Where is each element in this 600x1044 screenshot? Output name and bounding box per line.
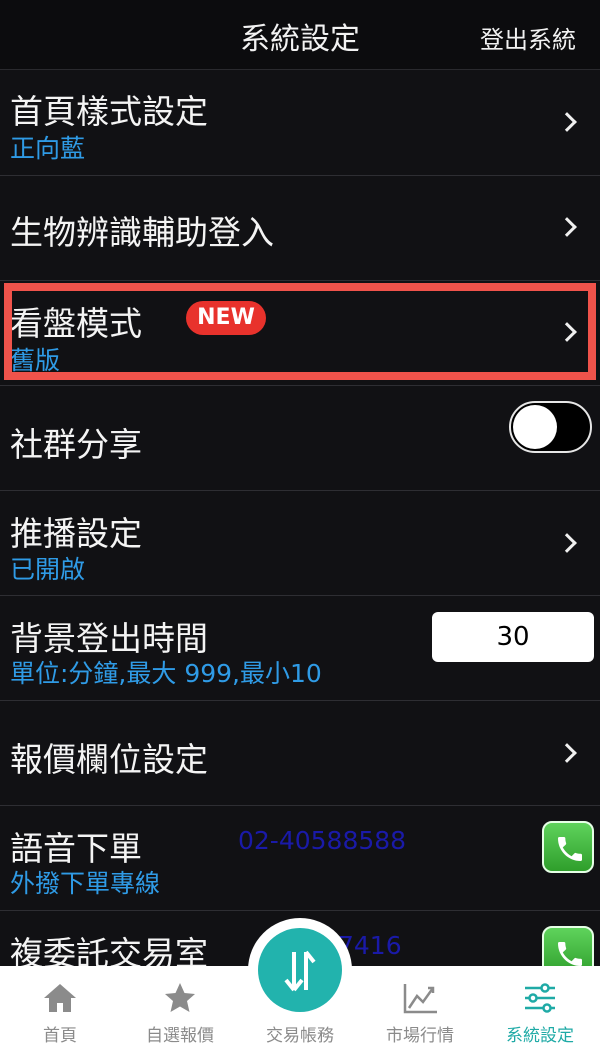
social-share-toggle[interactable] bbox=[509, 401, 592, 453]
chart-icon bbox=[403, 984, 437, 1014]
voice-order-title: 語音下單 bbox=[10, 829, 142, 868]
new-badge: NEW bbox=[186, 301, 266, 335]
push-value: 已開啟 bbox=[10, 555, 86, 584]
chevron-right-icon bbox=[557, 743, 577, 763]
chevron-right-icon bbox=[557, 322, 577, 342]
bg-logout-hint: 單位:分鐘,最大 999,最小10 bbox=[10, 659, 322, 688]
row-social-share: 社群分享 bbox=[0, 386, 600, 491]
chevron-right-icon bbox=[557, 112, 577, 132]
home-style-title: 首頁樣式設定 bbox=[10, 92, 208, 131]
chevron-right-icon bbox=[557, 533, 577, 553]
tab-watchlist[interactable]: 自選報價 bbox=[120, 966, 240, 1044]
transfer-icon bbox=[284, 950, 316, 992]
logout-minutes-input[interactable]: 30 bbox=[432, 612, 594, 662]
home-style-value: 正向藍 bbox=[10, 134, 86, 163]
biometric-title: 生物辨識輔助登入 bbox=[10, 213, 274, 252]
row-biometric-login[interactable]: 生物辨識輔助登入 bbox=[0, 176, 600, 281]
star-icon bbox=[165, 983, 195, 1012]
logout-button[interactable]: 登出系統 bbox=[480, 20, 576, 55]
tab-market-label: 市場行情 bbox=[386, 1026, 454, 1044]
tab-home-label: 首頁 bbox=[43, 1026, 77, 1044]
row-quote-columns[interactable]: 報價欄位設定 bbox=[0, 701, 600, 806]
voice-order-sub: 外撥下單專線 bbox=[10, 869, 161, 898]
view-mode-title: 看盤模式 bbox=[10, 304, 142, 343]
chevron-right-icon bbox=[557, 217, 577, 237]
row-push-settings[interactable]: 推播設定 已開啟 bbox=[0, 491, 600, 596]
view-mode-value: 舊版 bbox=[10, 346, 61, 375]
social-share-title: 社群分享 bbox=[10, 425, 142, 464]
tab-trading-label: 交易帳務 bbox=[266, 1026, 334, 1044]
home-icon bbox=[44, 984, 76, 1012]
trade-center-button[interactable] bbox=[248, 918, 352, 1022]
top-bar: 系統設定 登出系統 bbox=[0, 0, 600, 70]
row-view-mode[interactable]: 看盤模式 舊版 bbox=[0, 281, 600, 386]
phone-icon bbox=[558, 837, 582, 861]
tab-market[interactable]: 市場行情 bbox=[360, 966, 480, 1044]
tab-watchlist-label: 自選報價 bbox=[146, 1026, 214, 1044]
toggle-knob bbox=[513, 405, 557, 449]
row-voice-order: 語音下單 外撥下單專線 02-40588588 bbox=[0, 806, 600, 911]
tab-home[interactable]: 首頁 bbox=[0, 966, 120, 1044]
voice-order-call-button[interactable] bbox=[542, 821, 594, 873]
tab-settings[interactable]: 系統設定 bbox=[480, 966, 600, 1044]
push-title: 推播設定 bbox=[10, 514, 142, 553]
sliders-icon bbox=[525, 983, 555, 1013]
quote-columns-title: 報價欄位設定 bbox=[10, 740, 208, 779]
row-home-style[interactable]: 首頁樣式設定 正向藍 bbox=[0, 71, 600, 176]
tab-settings-label: 系統設定 bbox=[506, 1026, 574, 1044]
bg-logout-title: 背景登出時間 bbox=[10, 619, 208, 658]
voice-order-phone-number[interactable]: 02-40588588 bbox=[238, 826, 406, 855]
